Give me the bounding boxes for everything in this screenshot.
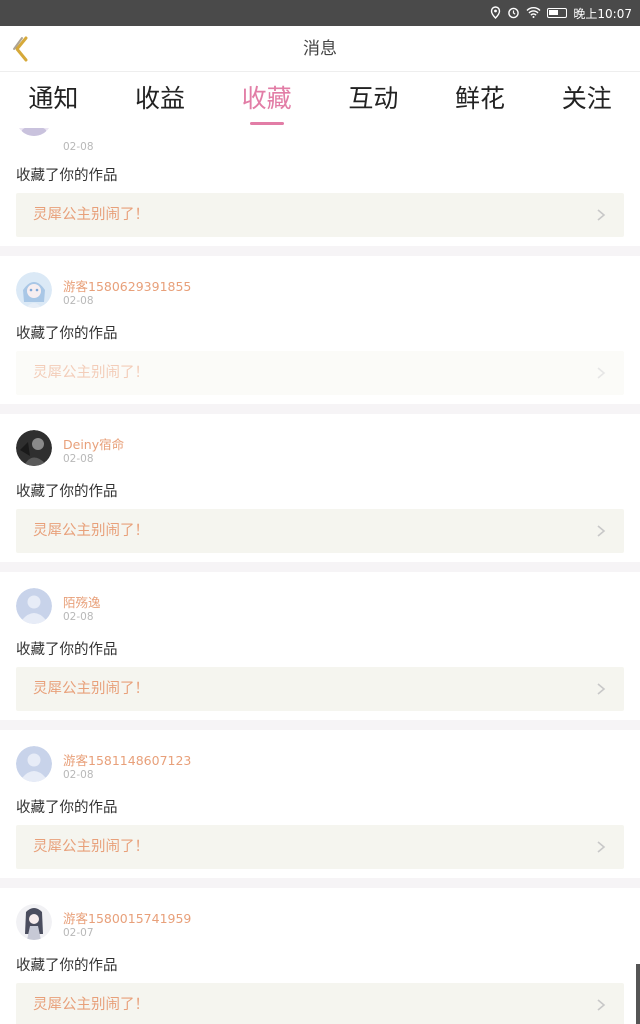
item-date: 02-08 <box>63 769 94 781</box>
user-name[interactable]: Deiny宿命 <box>63 434 124 453</box>
favorites-list[interactable]: 02-08 收藏了你的作品 灵犀公主别闹了！ 游客1580629391855 0… <box>0 128 640 1024</box>
work-link[interactable]: 灵犀公主别闹了！ <box>16 825 624 869</box>
chevron-right-icon <box>597 209 606 221</box>
item-date: 02-08 <box>63 611 94 623</box>
work-title: 灵犀公主别闹了！ <box>33 523 149 539</box>
work-link[interactable]: 灵犀公主别闹了！ <box>16 351 624 395</box>
list-item: Deiny宿命 02-08 收藏了你的作品 灵犀公主别闹了！ <box>0 414 640 562</box>
user-avatar[interactable] <box>16 430 52 466</box>
item-action: 收藏了你的作品 <box>16 642 118 658</box>
work-title: 灵犀公主别闹了！ <box>33 365 149 381</box>
anime-girl-avatar-icon <box>19 128 49 136</box>
item-date: 02-08 <box>63 295 94 307</box>
tab-earnings[interactable]: 收益 <box>107 72 214 128</box>
user-avatar[interactable] <box>16 904 52 940</box>
item-action: 收藏了你的作品 <box>16 800 118 816</box>
work-link[interactable]: 灵犀公主别闹了！ <box>16 509 624 553</box>
divider <box>0 878 640 888</box>
user-avatar[interactable] <box>16 272 52 308</box>
work-title: 灵犀公主别闹了！ <box>33 207 149 223</box>
list-item: 02-08 收藏了你的作品 灵犀公主别闹了！ <box>0 128 640 246</box>
status-bar: 晚上10:07 <box>0 0 640 26</box>
item-action: 收藏了你的作品 <box>16 168 118 184</box>
tab-follow[interactable]: 关注 <box>533 72 640 128</box>
user-avatar[interactable] <box>16 128 52 136</box>
anime-girl-avatar-icon <box>16 272 52 308</box>
user-name[interactable]: 游客1581148607123 <box>63 750 191 769</box>
battery-icon <box>547 8 568 18</box>
divider <box>0 720 640 730</box>
work-title: 灵犀公主别闹了！ <box>33 681 149 697</box>
chevron-right-icon <box>597 999 606 1011</box>
chevron-right-icon <box>597 683 606 695</box>
item-date: 02-08 <box>63 141 94 153</box>
item-date: 02-08 <box>63 453 94 465</box>
user-name[interactable]: 陌殇逸 <box>63 592 101 611</box>
tab-favorites[interactable]: 收藏 <box>213 72 320 128</box>
default-avatar-icon <box>16 746 52 782</box>
user-name[interactable]: 游客1580015741959 <box>63 908 191 927</box>
status-time: 晚上10:07 <box>573 6 632 21</box>
work-link[interactable]: 灵犀公主别闹了！ <box>16 193 624 237</box>
tab-interaction[interactable]: 互动 <box>320 72 427 128</box>
user-avatar[interactable] <box>16 746 52 782</box>
work-link[interactable]: 灵犀公主别闹了！ <box>16 667 624 711</box>
divider <box>0 562 640 572</box>
user-name[interactable]: 游客1580629391855 <box>63 276 191 295</box>
divider <box>0 246 640 256</box>
tab-bar: 通知 收益 收藏 互动 鲜花 关注 <box>0 72 640 128</box>
list-item: 陌殇逸 02-08 收藏了你的作品 灵犀公主别闹了！ <box>0 572 640 720</box>
item-action: 收藏了你的作品 <box>16 958 118 974</box>
alarm-icon <box>507 6 520 21</box>
work-link[interactable]: 灵犀公主别闹了！ <box>16 983 624 1024</box>
tab-notice[interactable]: 通知 <box>0 72 107 128</box>
chevron-right-icon <box>597 841 606 853</box>
chevron-right-icon <box>597 525 606 537</box>
list-item: 游客1580629391855 02-08 收藏了你的作品 灵犀公主别闹了！ <box>0 256 640 404</box>
user-avatar[interactable] <box>16 588 52 624</box>
divider <box>0 404 640 414</box>
page-title: 消息 <box>303 39 337 59</box>
default-avatar-icon <box>16 588 52 624</box>
wifi-icon <box>526 6 541 20</box>
item-date: 02-07 <box>63 927 94 939</box>
item-action: 收藏了你的作品 <box>16 484 118 500</box>
title-bar: 消息 <box>0 26 640 72</box>
location-icon <box>490 5 501 21</box>
scrollbar[interactable] <box>636 964 640 1024</box>
chevron-right-icon <box>597 367 606 379</box>
tab-flowers[interactable]: 鲜花 <box>427 72 534 128</box>
list-item: 游客1581148607123 02-08 收藏了你的作品 灵犀公主别闹了！ <box>0 730 640 878</box>
work-title: 灵犀公主别闹了！ <box>33 839 149 855</box>
work-title: 灵犀公主别闹了！ <box>33 997 149 1013</box>
list-item: 游客1580015741959 02-07 收藏了你的作品 灵犀公主别闹了！ <box>0 888 640 1024</box>
dark-photo-avatar-icon <box>16 430 52 466</box>
anime-girl-avatar-icon <box>16 904 52 940</box>
item-action: 收藏了你的作品 <box>16 326 118 342</box>
